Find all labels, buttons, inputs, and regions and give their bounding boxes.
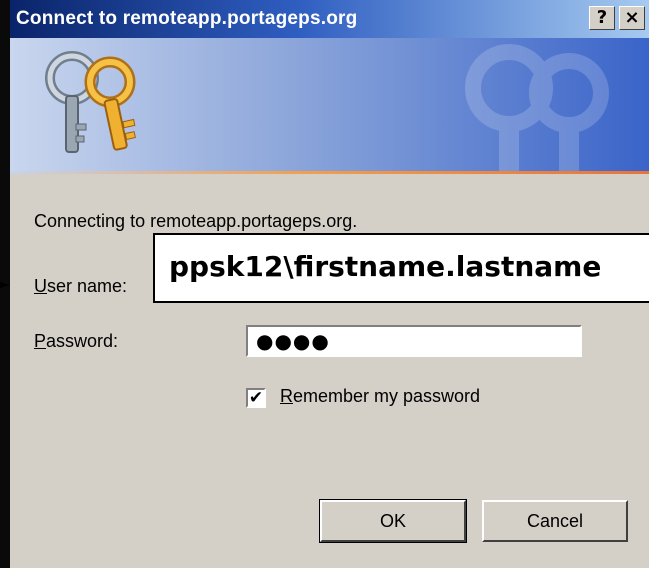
remember-password-label[interactable]: Remember my password <box>280 386 480 407</box>
close-icon[interactable]: × <box>624 7 639 28</box>
username-hint-text: ppsk12\firstname.lastname <box>169 250 602 283</box>
remember-password-checkbox[interactable]: ✔ <box>246 388 266 408</box>
keys-watermark-icon <box>465 44 609 171</box>
keys-icon <box>45 51 136 153</box>
ok-button[interactable]: OK <box>319 499 467 543</box>
close-button[interactable]: × <box>619 6 645 30</box>
connecting-message: Connecting to remoteapp.portageps.org. <box>34 211 358 231</box>
callout-arrow-icon <box>0 282 10 288</box>
help-button[interactable]: ? <box>589 6 615 30</box>
password-mask: ●●●● <box>256 329 330 353</box>
title-bar[interactable]: Connect to remoteapp.portageps.org ? × <box>10 0 649 38</box>
cancel-button[interactable]: Cancel <box>482 500 628 542</box>
banner <box>10 38 649 171</box>
user-name-label: User name: <box>34 276 128 296</box>
username-callout: ppsk12\firstname.lastname <box>153 233 649 303</box>
password-label: Password: <box>34 331 119 351</box>
dialog-title: Connect to remoteapp.portageps.org <box>16 8 358 29</box>
password-field[interactable]: ●●●● <box>246 325 582 357</box>
